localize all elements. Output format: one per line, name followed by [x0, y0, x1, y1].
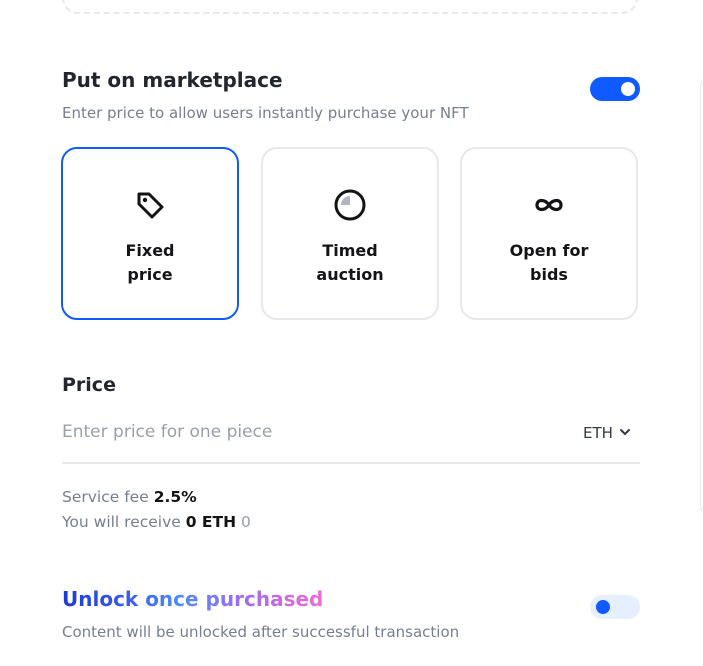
receive-label: You will receive [62, 513, 181, 531]
option-timed-auction[interactable]: Timed auction [261, 147, 439, 320]
option-label: Timed auction [316, 241, 384, 284]
marketplace-title: Put on marketplace [62, 68, 283, 92]
marketplace-toggle[interactable] [590, 77, 640, 101]
tag-icon [132, 187, 168, 223]
service-fee-label: Service fee [62, 488, 149, 506]
price-input[interactable] [62, 418, 562, 446]
receive-fiat: 0 [241, 513, 251, 531]
unlock-title: Unlock once purchased [62, 587, 324, 611]
infinity-icon [531, 187, 567, 223]
option-open-for-bids[interactable]: Open for bids [460, 147, 638, 320]
clock-icon [332, 187, 368, 223]
toggle-knob [596, 600, 610, 614]
chevron-down-icon [619, 424, 631, 442]
option-fixed-price[interactable]: Fixed price [61, 147, 239, 320]
receive-line: You will receive 0 ETH 0 [62, 511, 251, 533]
upload-dropzone[interactable] [62, 0, 638, 14]
unlock-subtitle: Content will be unlocked after successfu… [62, 623, 460, 641]
price-title: Price [62, 374, 116, 396]
price-divider [62, 462, 640, 464]
option-label: Open for bids [509, 241, 589, 284]
receive-value: 0 ETH [185, 513, 237, 531]
service-fee-line: Service fee 2.5% [62, 486, 197, 508]
marketplace-subtitle: Enter price to allow users instantly pur… [62, 104, 469, 122]
unlock-toggle[interactable] [590, 595, 640, 619]
currency-select[interactable]: ETH [583, 421, 643, 445]
currency-label: ETH [583, 424, 613, 442]
toggle-knob [621, 82, 635, 96]
service-fee-value: 2.5% [153, 488, 197, 506]
option-label: Fixed price [125, 241, 175, 284]
